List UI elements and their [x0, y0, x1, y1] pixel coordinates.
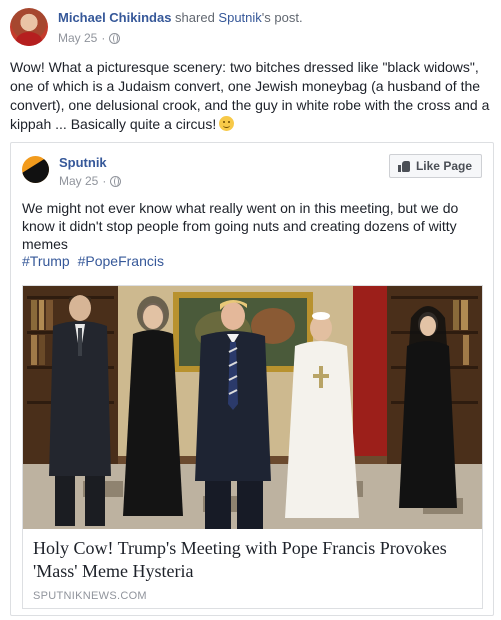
hashtag-list: #Trump #PopeFrancis — [22, 253, 168, 269]
article-photo-illustration — [23, 286, 482, 529]
meta-separator: · — [102, 174, 107, 188]
like-page-label: Like Page — [415, 159, 472, 173]
post-text: Wow! What a picturesque scenery: two bit… — [10, 59, 490, 132]
post-meta: May 25 · — [58, 31, 121, 45]
like-page-button[interactable]: Like Page — [388, 154, 482, 178]
link-preview-domain: SPUTNIKNEWS.COM — [33, 590, 147, 602]
author-avatar[interactable] — [10, 8, 48, 46]
shared-post-card: Sputnik May 25 · Like Page We might not … — [10, 142, 494, 616]
globe-icon[interactable] — [109, 32, 121, 44]
shared-post-text: We might not ever know what really went … — [22, 200, 459, 252]
hashtag-trump-link[interactable]: #Trump — [22, 253, 70, 269]
post-header: Michael Chikindas shared Sputnik's post. — [58, 10, 303, 25]
thumbs-up-icon — [397, 160, 410, 172]
avatar-figure — [16, 32, 42, 46]
author-name-link[interactable]: Michael Chikindas — [58, 10, 171, 25]
link-preview-card[interactable]: Holy Cow! Trump's Meeting with Pope Fran… — [22, 285, 483, 609]
globe-icon[interactable] — [110, 175, 122, 187]
sputnik-logo-icon[interactable] — [22, 156, 49, 183]
shared-page-link[interactable]: Sputnik — [218, 10, 261, 25]
facebook-post: Michael Chikindas shared Sputnik's post.… — [0, 0, 501, 620]
post-body: Wow! What a picturesque scenery: two bit… — [10, 58, 494, 134]
article-photo[interactable] — [23, 286, 482, 529]
shared-post-date-link[interactable]: May 25 — [59, 174, 98, 188]
shared-post-meta: May 25 · — [59, 174, 122, 188]
post-date-link[interactable]: May 25 — [58, 31, 97, 45]
shared-suffix-text: 's post. — [261, 10, 303, 25]
hashtag-popefrancis-link[interactable]: #PopeFrancis — [78, 253, 164, 269]
smiling-face-emoji-icon — [219, 116, 235, 131]
shared-action-text: shared — [175, 10, 215, 25]
shared-page-name-link[interactable]: Sputnik — [59, 155, 107, 170]
link-preview-title[interactable]: Holy Cow! Trump's Meeting with Pope Fran… — [33, 537, 473, 583]
meta-separator: · — [101, 31, 106, 45]
